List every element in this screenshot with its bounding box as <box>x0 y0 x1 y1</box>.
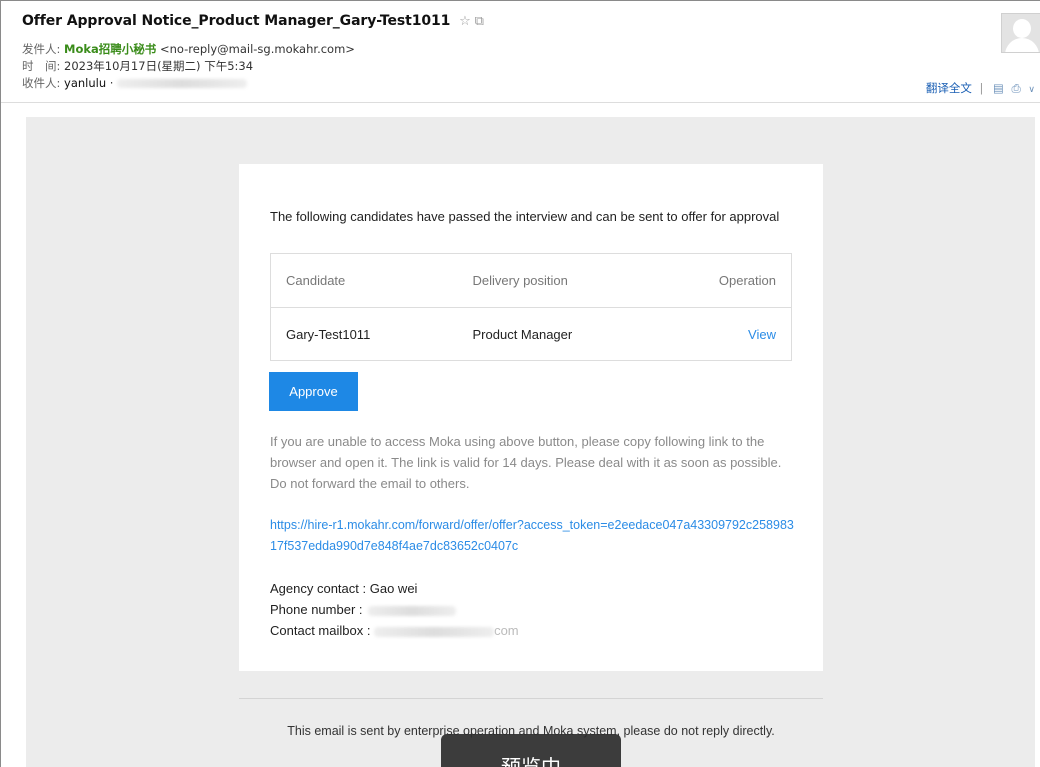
toolbar-separator: | <box>979 81 984 95</box>
redacted-phone <box>368 605 457 616</box>
access-note: If you are unable to access Moka using a… <box>270 434 782 491</box>
intro-text: The following candidates have passed the… <box>270 209 780 224</box>
agency-contact-row: Agency contact : Gao wei <box>270 578 519 599</box>
from-row: 发件人: Moka招聘小秘书 <no-reply@mail-sg.mokahr.… <box>22 41 355 57</box>
subject-text: Offer Approval Notice_Product Manager_Ga… <box>22 13 451 29</box>
contact-info: Agency contact : Gao wei Phone number : … <box>270 578 519 641</box>
email-subject: Offer Approval Notice_Product Manager_Ga… <box>22 13 484 29</box>
column-header-position: Delivery position <box>472 253 658 308</box>
mailbox-value: com <box>494 623 519 638</box>
time-row: 时 间: 2023年10月17日(星期二) 下午5:34 <box>22 58 253 74</box>
table-header-row: Candidate Delivery position Operation <box>270 253 792 308</box>
redacted-mailbox <box>374 626 495 637</box>
candidate-cell: Gary-Test1011 <box>286 326 371 342</box>
mail-toolbar: 翻译全文 | ▤ ⎙ ∨ <box>926 80 1037 96</box>
to-row: 收件人: yanlulu · <box>22 75 248 91</box>
preview-toast: 预览中 <box>441 734 621 767</box>
sender-name[interactable]: Moka招聘小秘书 <box>64 42 156 56</box>
email-header: Offer Approval Notice_Product Manager_Ga… <box>1 1 1040 101</box>
agency-contact-value: Gao wei <box>369 581 418 596</box>
to-label: 收件人: <box>22 76 61 90</box>
recipient-separator: · <box>109 76 114 90</box>
star-icon[interactable]: ☆ <box>459 14 471 29</box>
approve-button[interactable]: Approve <box>269 372 358 411</box>
phone-label: Phone number : <box>270 602 363 617</box>
footer-divider <box>239 698 823 699</box>
time-label: 时 间: <box>22 59 61 73</box>
operation-cell: View <box>657 308 791 361</box>
table-row: Gary-Test1011 Product Manager View <box>271 308 792 361</box>
redacted-recipients <box>117 79 248 88</box>
translate-button[interactable]: 翻译全文 <box>926 81 972 95</box>
avatar[interactable] <box>1001 13 1040 53</box>
offer-link[interactable]: https://hire-r1.mokahr.com/forward/offer… <box>270 515 800 557</box>
view-link[interactable]: View <box>748 327 776 342</box>
recipient-name[interactable]: yanlulu <box>64 76 106 90</box>
phone-row: Phone number : <box>270 599 519 620</box>
print-icon[interactable]: ⎙ <box>1012 81 1021 95</box>
from-label: 发件人: <box>22 42 61 56</box>
agency-contact-label: Agency contact : <box>270 581 367 596</box>
header-divider <box>1 102 1040 103</box>
email-window: Offer Approval Notice_Product Manager_Ga… <box>0 0 1040 767</box>
position-cell: Product Manager <box>472 326 573 342</box>
candidates-table: Candidate Delivery position Operation Ga… <box>270 253 792 361</box>
chevron-down-icon[interactable]: ∨ <box>1028 85 1035 95</box>
column-header-candidate: Candidate <box>270 253 473 308</box>
time-value: 2023年10月17日(星期二) 下午5:34 <box>64 59 254 73</box>
column-header-operation: Operation <box>657 253 792 308</box>
note-icon[interactable]: ▤ <box>993 81 1004 95</box>
mailbox-label: Contact mailbox : <box>270 623 371 638</box>
popout-icon[interactable]: ⧉ <box>475 14 484 29</box>
mailbox-row: Contact mailbox : com <box>270 620 519 641</box>
sender-email: <no-reply@mail-sg.mokahr.com> <box>159 42 355 56</box>
